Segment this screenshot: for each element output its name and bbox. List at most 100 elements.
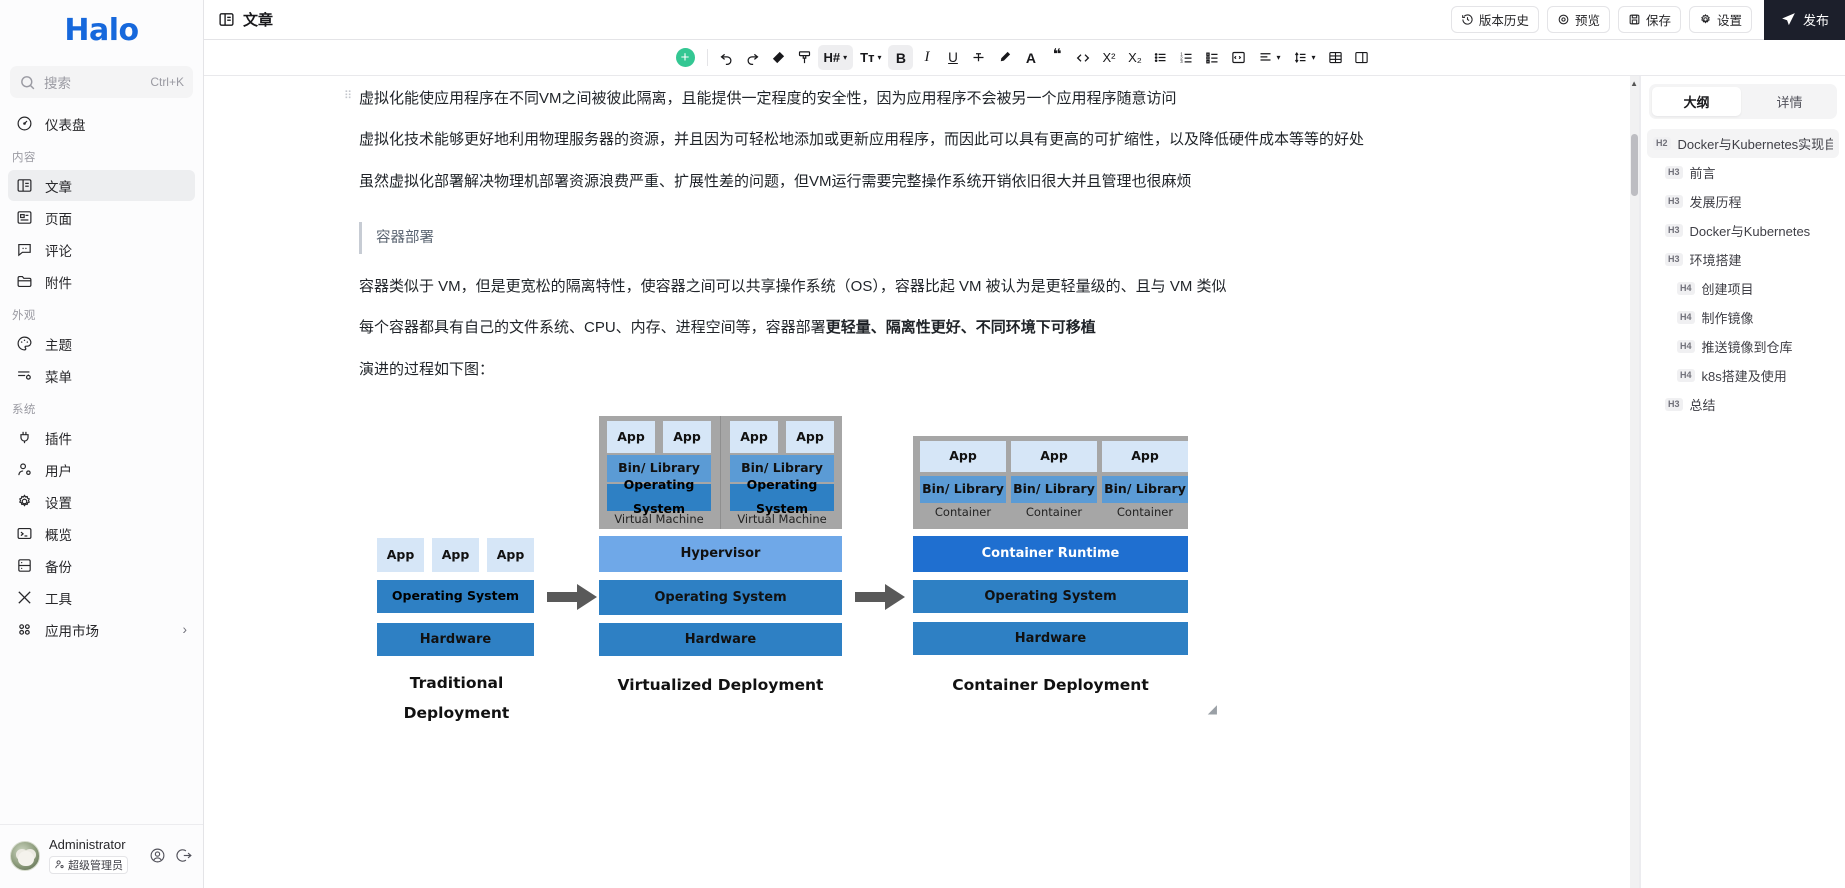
outline-item-label: 发展历程 (1689, 195, 1742, 210)
code-icon[interactable] (1070, 45, 1095, 70)
document-scrollbar[interactable]: ▲ (1630, 76, 1639, 888)
save-button[interactable]: 保存 (1617, 6, 1681, 33)
sidebar-nav: 仪表盘 内容 文章 页面 评论 附件 外观 主题 菜单 系统 插件 用户 设置 … (0, 108, 203, 824)
main-area: 文章 版本历史 预览 保存 设置 发布 + H# ▾ Tᴛ ▾ B I U A … (204, 0, 1845, 888)
outline-item-preface[interactable]: H3 前言 (1647, 158, 1839, 187)
outline-item-docker-k8s[interactable]: H3 Docker与Kubernetes (1647, 216, 1839, 245)
ctr1-label: Container (934, 505, 992, 520)
sidebar-item-pages[interactable]: 页面 (8, 202, 195, 233)
format-painter-icon[interactable] (792, 45, 817, 70)
heading-level-tag: H3 (1665, 252, 1683, 267)
highlight-icon[interactable] (992, 45, 1017, 70)
ctr2-bin: Bin/ Library (1011, 475, 1097, 503)
undo-icon[interactable] (714, 45, 739, 70)
trad-app-2: App (432, 537, 479, 572)
underline-icon[interactable]: U (940, 45, 965, 70)
version-history-button[interactable]: 版本历史 (1450, 6, 1539, 33)
settings-button[interactable]: 设置 (1688, 6, 1752, 33)
outline-tab-bar: 大纲 详情 (1649, 84, 1837, 119)
sidebar-item-menus[interactable]: 菜单 (8, 360, 195, 391)
paragraph: 容器类似于 VM，但是更宽松的隔离特性，使容器之间可以共享操作系统（OS），容器… (359, 278, 1227, 296)
logout-icon[interactable] (176, 847, 193, 864)
vm2-app-1: App (730, 420, 778, 453)
brand-name: Halo (64, 12, 139, 48)
plus-icon: + (680, 49, 690, 66)
sidebar-item-overview[interactable]: 概览 (8, 518, 195, 549)
superscript-icon[interactable]: X² (1096, 45, 1121, 70)
virt-hardware: Hardware (599, 622, 842, 656)
outline-items: H2 Docker与Kubernetes实现自动 H3 前言 H3 发展历程 H… (1641, 127, 1845, 421)
ordered-list-icon[interactable]: 123 (1174, 45, 1199, 70)
user-circle-icon[interactable] (149, 847, 166, 864)
bold-label: B (895, 49, 907, 66)
columns-icon[interactable] (1349, 45, 1374, 70)
publish-button[interactable]: 发布 (1763, 0, 1845, 40)
sidebar-item-plugins[interactable]: 插件 (8, 422, 195, 453)
sidebar-item-attachments[interactable]: 附件 (8, 266, 195, 297)
nav-group-label-appearance: 外观 (12, 310, 36, 322)
task-list-icon[interactable] (1200, 45, 1225, 70)
code-block-icon[interactable] (1226, 45, 1251, 70)
bullet-list-icon[interactable] (1148, 45, 1173, 70)
sidebar-item-settings[interactable]: 设置 (8, 486, 195, 517)
tab-outline[interactable]: 大纲 (1652, 87, 1741, 116)
quote-icon[interactable]: ❝ (1044, 45, 1069, 70)
trad-os: Operating System (377, 579, 534, 613)
text-color-icon[interactable]: A (1018, 45, 1043, 70)
search-input[interactable]: 搜索 Ctrl+K (10, 66, 193, 98)
outline-item-environment[interactable]: H3 环境搭建 (1647, 245, 1839, 274)
sidebar-item-users[interactable]: 用户 (8, 454, 195, 485)
avatar[interactable] (10, 840, 40, 871)
toolbar-divider (706, 49, 708, 66)
outline-item-create-project[interactable]: H4 创建项目 (1647, 274, 1839, 303)
top-bar: 文章 版本历史 预览 保存 设置 发布 (204, 0, 1845, 40)
sidebar-item-posts[interactable]: 文章 (8, 170, 195, 201)
gear-icon (16, 493, 33, 510)
user-name: Administrator (49, 837, 126, 853)
folder-icon (16, 273, 33, 290)
align-dropdown[interactable]: ▾ (1252, 45, 1286, 70)
scroll-up-arrow-icon[interactable]: ▲ (1630, 79, 1638, 88)
outline-item-k8s-setup[interactable]: H4 k8s搭建及使用 (1647, 361, 1839, 390)
outline-item-push-image[interactable]: H4 推送镜像到仓库 (1647, 332, 1839, 361)
trad-app-3: App (487, 537, 534, 572)
document-content[interactable]: 虚拟化能使应用程序在不同VM之间被彼此隔离，且能提供一定程度的安全性，因为应用程… (204, 76, 1639, 766)
outline-item-build-image[interactable]: H4 制作镜像 (1647, 303, 1839, 332)
sidebar-item-tools[interactable]: 工具 (8, 582, 195, 613)
sidebar-item-themes[interactable]: 主题 (8, 328, 195, 359)
paragraph-bold-line: 每个容器都具有自己的文件系统、CPU、内存、进程空间等，容器部署更轻量、隔离性更… (359, 313, 1469, 342)
sidebar-item-backup[interactable]: 备份 (8, 550, 195, 581)
heading-level-tag: H3 (1665, 397, 1683, 412)
outline-item-summary[interactable]: H3 总结 (1647, 390, 1839, 419)
document-scroll-area[interactable]: ⠿ 虚拟化能使应用程序在不同VM之间被彼此隔离，且能提供一定程度的安全性，因为应… (204, 76, 1640, 888)
sidebar-item-comments[interactable]: 评论 (8, 234, 195, 265)
subscript-icon[interactable]: X₂ (1122, 45, 1147, 70)
arrow-icon-2 (855, 583, 905, 620)
sidebar-item-label: 文章 (45, 179, 72, 195)
insert-node-button[interactable]: + (675, 48, 695, 67)
ctr-os: Operating System (913, 579, 1188, 613)
line-height-dropdown[interactable]: ▾ (1287, 45, 1321, 70)
tab-details[interactable]: 详情 (1745, 87, 1834, 116)
sidebar-item-dashboard[interactable]: 仪表盘 (8, 108, 195, 139)
editor-split: ⠿ 虚拟化能使应用程序在不同VM之间被彼此隔离，且能提供一定程度的安全性，因为应… (204, 76, 1845, 888)
scrollbar-thumb[interactable] (1631, 134, 1638, 196)
bold-icon[interactable]: B (888, 45, 914, 70)
italic-icon[interactable]: I (914, 45, 939, 70)
drag-handle[interactable]: ⠿ (344, 91, 354, 102)
strikethrough-icon[interactable] (966, 45, 991, 70)
sidebar-item-marketplace[interactable]: 应用市场 › (8, 614, 195, 645)
image-resize-handle[interactable]: ◢ (1208, 698, 1217, 721)
outline-item-history[interactable]: H3 发展历程 (1647, 187, 1839, 216)
preview-button[interactable]: 预览 (1546, 6, 1610, 33)
font-size-dropdown[interactable]: Tᴛ ▾ (854, 45, 887, 70)
outline-panel: 大纲 详情 H2 Docker与Kubernetes实现自动 H3 前言 H3 … (1640, 76, 1845, 888)
eraser-icon[interactable] (766, 45, 791, 70)
outline-item-h2[interactable]: H2 Docker与Kubernetes实现自动 (1647, 129, 1839, 158)
brand-logo[interactable]: Halo (0, 0, 203, 60)
heading-dropdown[interactable]: H# ▾ (817, 45, 854, 70)
deployment-diagram[interactable]: App App App Operating System Hardware Tr… (359, 408, 1217, 722)
table-icon[interactable] (1323, 45, 1348, 70)
sidebar-item-label: 仪表盘 (45, 117, 86, 133)
redo-icon[interactable] (740, 45, 765, 70)
